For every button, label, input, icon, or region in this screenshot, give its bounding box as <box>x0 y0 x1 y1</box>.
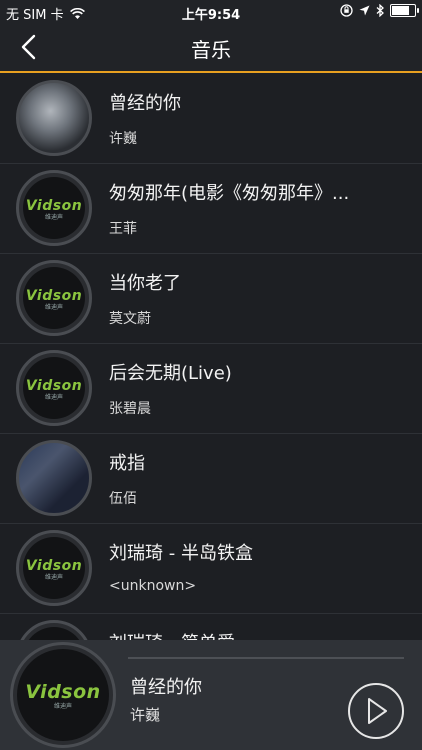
song-title: 后会无期(Live) <box>109 363 232 384</box>
song-row[interactable]: 曾经的你 许巍 <box>0 73 422 164</box>
song-artist: 许巍 <box>109 131 137 147</box>
status-right <box>340 4 419 17</box>
player-artist: 许巍 <box>130 706 161 724</box>
nav-bar: 音乐 <box>0 24 422 73</box>
album-cover-logo: Vidson 维迪声 <box>16 620 92 640</box>
song-row[interactable]: Vidson 维迪声 刘瑞琦 - 简单爱 <box>0 613 422 640</box>
album-cover-logo: Vidson 维迪声 <box>16 170 92 246</box>
player-title: 曾经的你 <box>130 677 202 698</box>
album-cover-logo: Vidson 维迪声 <box>16 260 92 336</box>
location-icon <box>359 5 370 16</box>
song-title: 匆匆那年(电影《匆匆那年》... <box>109 183 350 204</box>
song-artist: <unknown> <box>109 578 197 594</box>
song-title: 刘瑞琦 - 半岛铁盒 <box>109 543 253 564</box>
progress-bar[interactable] <box>128 657 404 659</box>
song-row[interactable]: Vidson 维迪声 当你老了 莫文蔚 <box>0 253 422 344</box>
album-cover-logo: Vidson 维迪声 <box>16 350 92 426</box>
play-icon <box>368 698 387 724</box>
song-title: 刘瑞琦 - 简单爱 <box>109 629 235 640</box>
song-artist: 张碧晨 <box>109 401 151 417</box>
album-cover <box>16 80 92 156</box>
song-list[interactable]: 曾经的你 许巍 Vidson 维迪声 匆匆那年(电影《匆匆那年》... 王菲 V… <box>0 73 422 640</box>
song-row[interactable]: 戒指 伍佰 <box>0 433 422 524</box>
rotation-lock-icon <box>340 4 353 17</box>
album-cover <box>16 440 92 516</box>
song-artist: 莫文蔚 <box>109 311 151 327</box>
song-title: 戒指 <box>109 453 145 474</box>
song-row[interactable]: Vidson 维迪声 后会无期(Live) 张碧晨 <box>0 343 422 434</box>
song-title: 当你老了 <box>109 273 181 294</box>
song-row[interactable]: Vidson 维迪声 刘瑞琦 - 半岛铁盒 <unknown> <box>0 523 422 614</box>
song-artist: 伍佰 <box>109 491 137 507</box>
vidson-logo: Vidson <box>25 680 101 703</box>
page-title: 音乐 <box>191 38 231 62</box>
album-cover-logo: Vidson 维迪声 <box>16 530 92 606</box>
bluetooth-icon <box>376 4 384 17</box>
player-cover: Vidson 维迪声 <box>10 642 116 748</box>
song-artist: 王菲 <box>109 221 137 237</box>
battery-icon <box>390 4 419 17</box>
song-title: 曾经的你 <box>109 93 181 114</box>
song-row[interactable]: Vidson 维迪声 匆匆那年(电影《匆匆那年》... 王菲 <box>0 163 422 254</box>
play-button[interactable] <box>348 683 404 739</box>
status-bar: 无 SIM 卡 上午9:54 <box>0 0 422 24</box>
mini-player[interactable]: Vidson 维迪声 曾经的你 许巍 <box>0 640 422 750</box>
